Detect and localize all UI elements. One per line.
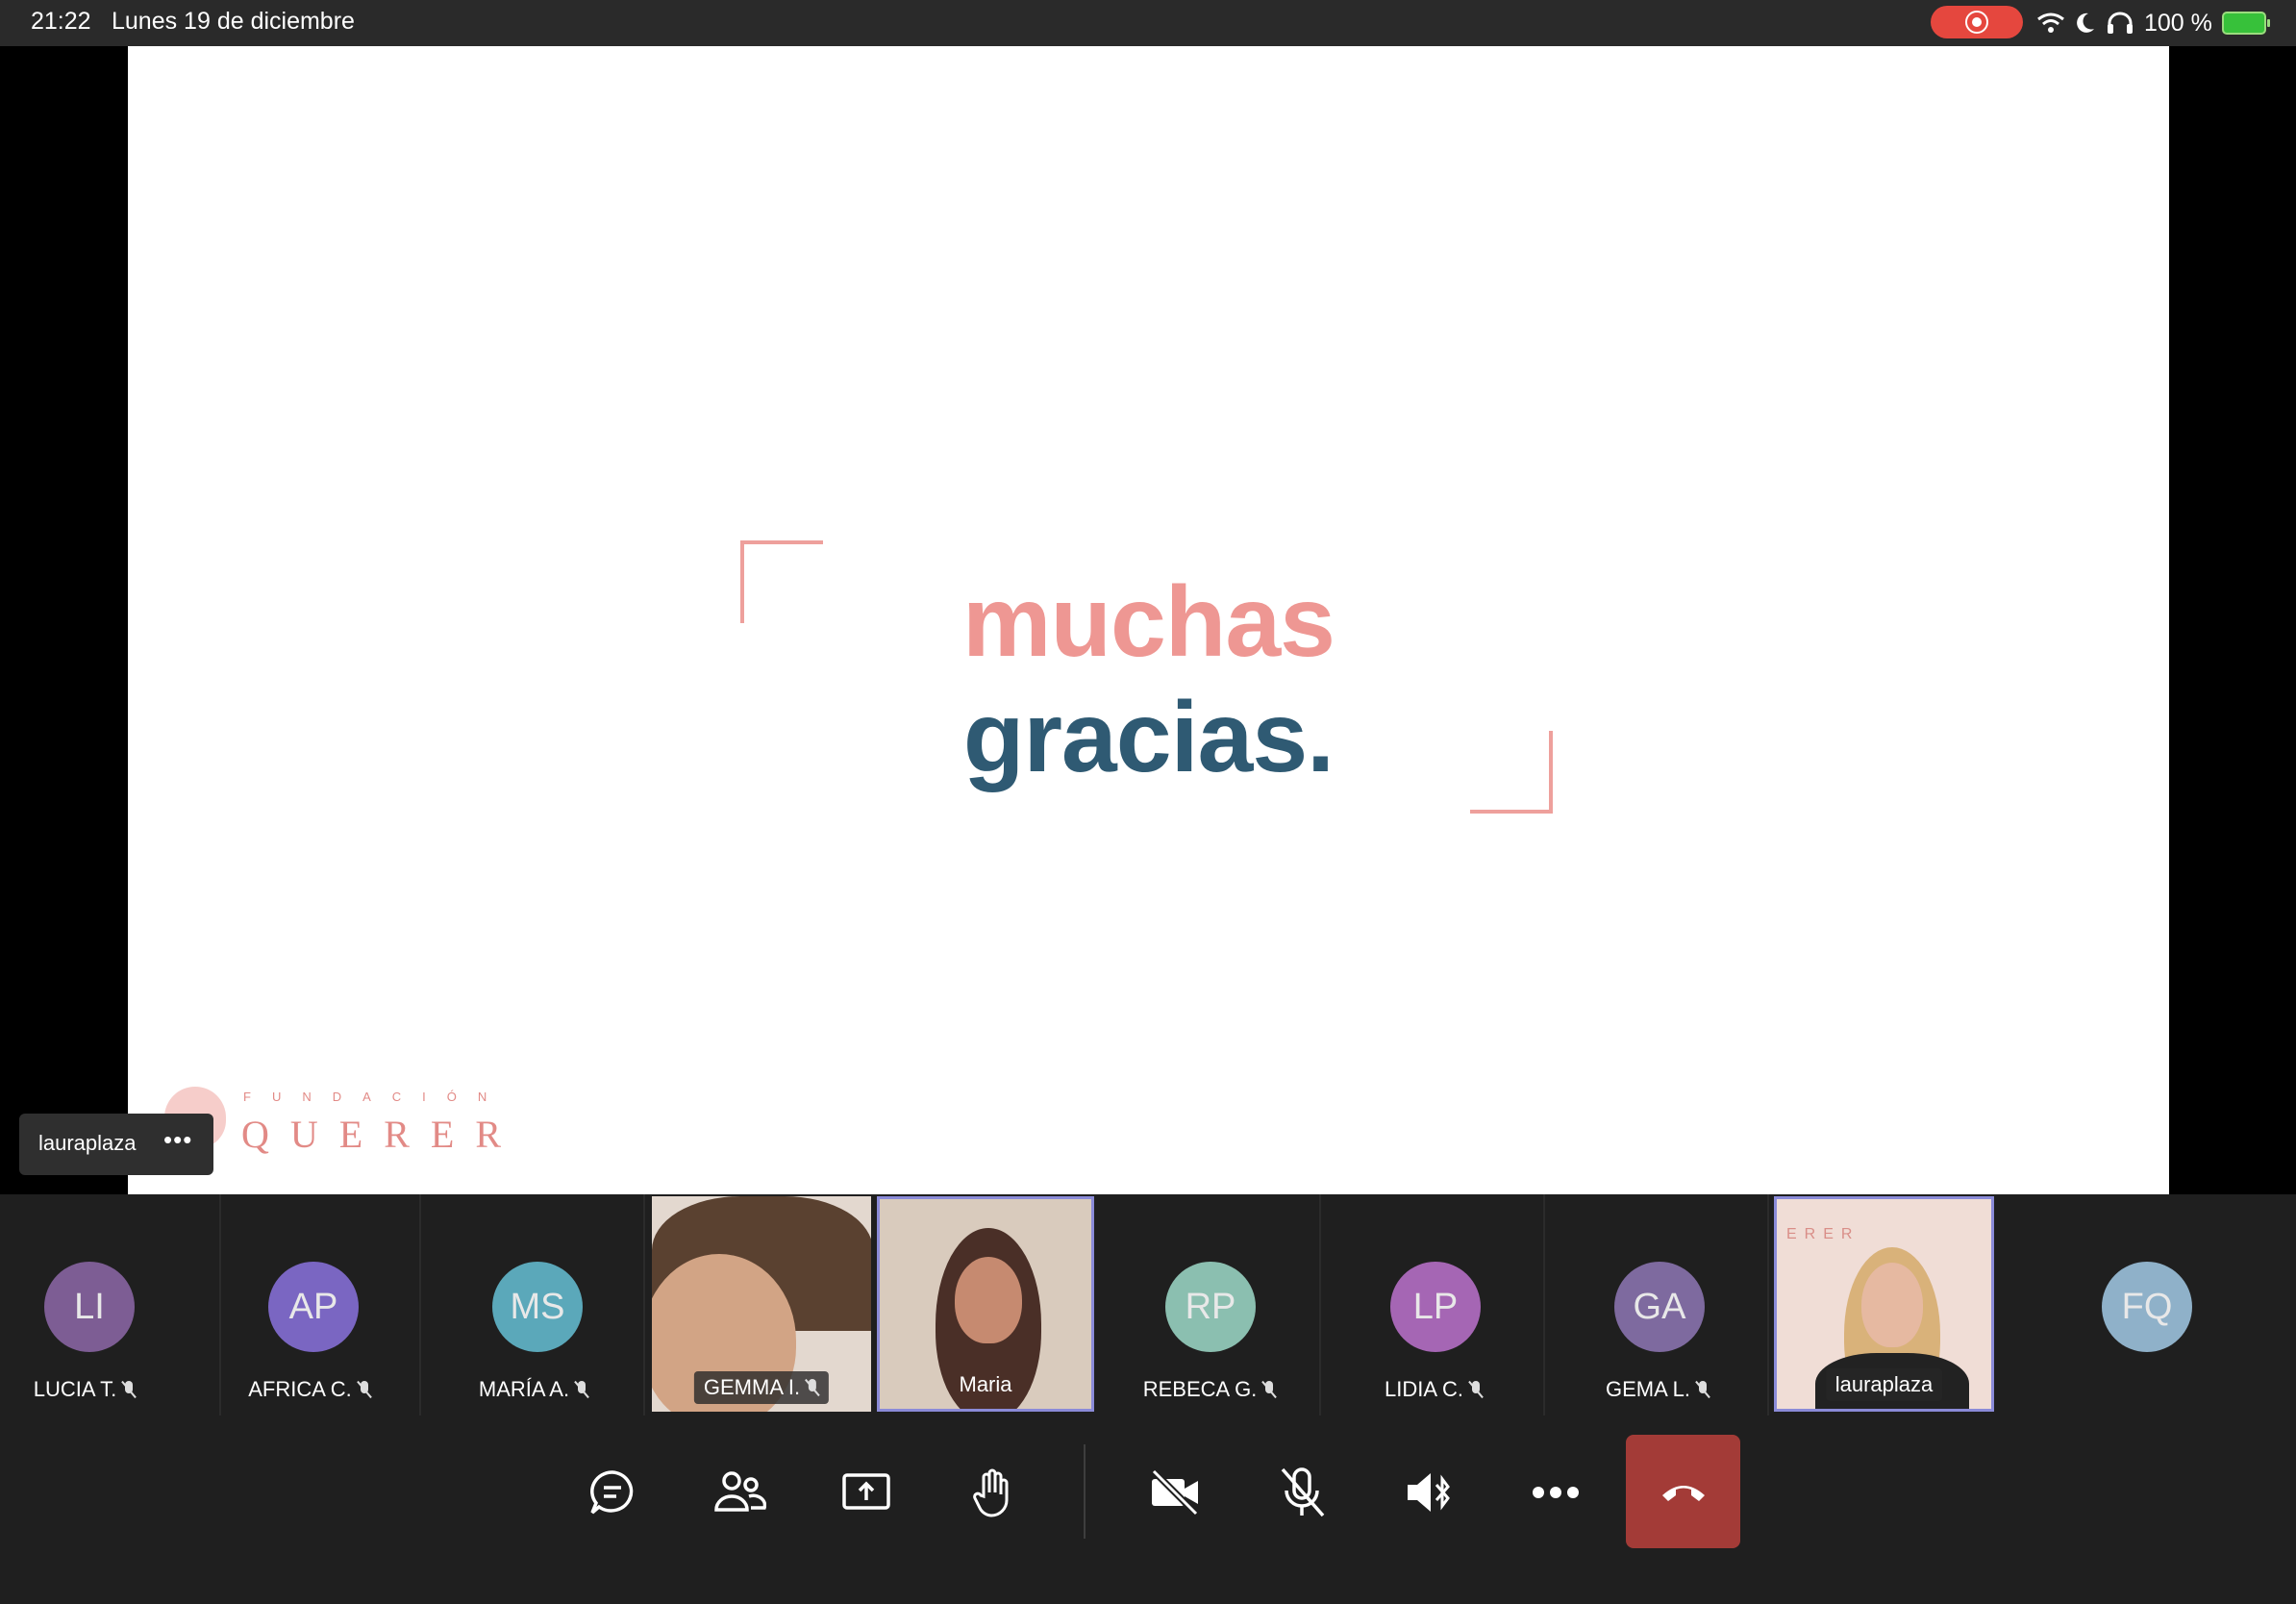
status-bar: 21:22 Lunes 19 de diciembre 100 % [0, 0, 2296, 46]
camera-toggle-button[interactable] [1117, 1437, 1233, 1548]
mic-muted-icon [1696, 1381, 1710, 1398]
mic-toggle-button[interactable] [1244, 1437, 1360, 1548]
participants-button[interactable] [682, 1437, 797, 1548]
participant-name: lauraplaza [1825, 1368, 1943, 1401]
raise-hand-icon [973, 1468, 1009, 1517]
chat-icon [590, 1470, 634, 1515]
avatar: FQ [2102, 1262, 2192, 1352]
avatar: AP [268, 1262, 359, 1352]
participant-name: Maria [959, 1372, 1012, 1396]
more-options-button[interactable] [1498, 1437, 1613, 1548]
participant-name-text: GEMA L. [1605, 1377, 1691, 1401]
participant-video-tile[interactable]: GEMMA I. [652, 1196, 871, 1412]
avatar: RP [1165, 1262, 1256, 1352]
wifi-icon [2037, 13, 2064, 33]
participant-name: GEMMA I. [693, 1371, 830, 1404]
participant-tile[interactable]: RP REBECA G. [1100, 1194, 1321, 1416]
record-icon [1965, 11, 1988, 34]
slide-title-line1: muchas [961, 566, 1335, 678]
participant-tile[interactable]: FQ [2038, 1194, 2259, 1416]
status-icons: 100 % [2036, 8, 2270, 38]
presenter-label[interactable]: lauraplaza ••• [19, 1114, 213, 1175]
chat-button[interactable] [555, 1437, 670, 1548]
status-time: 21:22 [31, 8, 91, 35]
participant-name: REBECA G. [1100, 1377, 1319, 1402]
participant-name-text: LUCIA T. [33, 1377, 117, 1401]
participant-tile[interactable]: LP LIDIA C. [1324, 1194, 1545, 1416]
video-face [1861, 1263, 1923, 1347]
participant-video-tile-active[interactable]: Maria [877, 1196, 1094, 1412]
avatar: LP [1390, 1262, 1481, 1352]
avatar: MS [492, 1262, 583, 1352]
mic-muted-icon [806, 1379, 819, 1396]
participants-icon [714, 1471, 766, 1512]
logo-subtitle: FUNDACIÓN [243, 1090, 509, 1104]
speaker-bluetooth-icon [1408, 1473, 1450, 1512]
participant-name-text: LIDIA C. [1385, 1377, 1463, 1401]
participant-name-text: MARÍA A. [478, 1377, 570, 1401]
more-icon [1533, 1487, 1579, 1498]
share-screen-icon [842, 1473, 890, 1510]
call-toolbar [0, 1416, 2296, 1604]
battery-percent: 100 % [2144, 9, 2212, 37]
participant-name-text: AFRICA C. [248, 1377, 352, 1401]
shared-slide: muchas gracias. FUNDACIÓN QUERER [128, 46, 2169, 1194]
video-face [955, 1257, 1022, 1343]
share-screen-button[interactable] [809, 1437, 924, 1548]
participant-tile[interactable]: GA GEMA L. [1548, 1194, 1769, 1416]
participant-tile[interactable]: LI LUCIA T. [0, 1194, 221, 1416]
mic-muted-icon [122, 1381, 136, 1398]
participant-strip: LI LUCIA T. AP AFRICA C. MS MARÍA A. GEM… [0, 1194, 2296, 1416]
participant-name: LUCIA T. [0, 1377, 194, 1402]
hang-up-icon [1661, 1486, 1705, 1501]
raise-hand-button[interactable] [936, 1437, 1051, 1548]
mic-muted-icon [575, 1381, 588, 1398]
participant-name: GEMA L. [1548, 1377, 1767, 1402]
camera-off-icon [1151, 1468, 1199, 1516]
participant-tile[interactable]: MS MARÍA A. [424, 1194, 645, 1416]
audio-output-button[interactable] [1371, 1437, 1486, 1548]
slide-title-line2: gracias. [962, 682, 1335, 793]
mic-muted-icon [1262, 1381, 1276, 1398]
participant-name-text: REBECA G. [1142, 1377, 1258, 1401]
participant-video-tile-active[interactable]: ERER lauraplaza [1774, 1196, 1994, 1412]
participant-name: LIDIA C. [1324, 1377, 1543, 1402]
logo-title: QUERER [241, 1113, 522, 1156]
mic-muted-icon [358, 1381, 371, 1398]
headphones-icon [2108, 12, 2133, 34]
mic-muted-icon [1469, 1381, 1483, 1398]
presenter-name: lauraplaza [38, 1131, 137, 1155]
avatar: LI [44, 1262, 135, 1352]
participant-name: AFRICA C. [200, 1377, 419, 1402]
battery-charging-icon [2221, 12, 2270, 35]
more-options-icon[interactable]: ••• [163, 1125, 192, 1155]
participant-name: MARÍA A. [424, 1377, 643, 1402]
mic-off-icon [1281, 1467, 1325, 1517]
avatar: GA [1614, 1262, 1705, 1352]
participant-tile[interactable]: AP AFRICA C. [200, 1194, 421, 1416]
status-date: Lunes 19 de diciembre [112, 8, 355, 35]
toolbar-divider [1084, 1444, 1086, 1539]
video-background-text: ERER [1786, 1226, 1860, 1242]
hang-up-button[interactable] [1626, 1435, 1740, 1548]
do-not-disturb-moon-icon [2077, 13, 2094, 33]
screen-recording-indicator[interactable] [1931, 6, 2023, 38]
participant-name-text: GEMMA I. [703, 1375, 801, 1399]
